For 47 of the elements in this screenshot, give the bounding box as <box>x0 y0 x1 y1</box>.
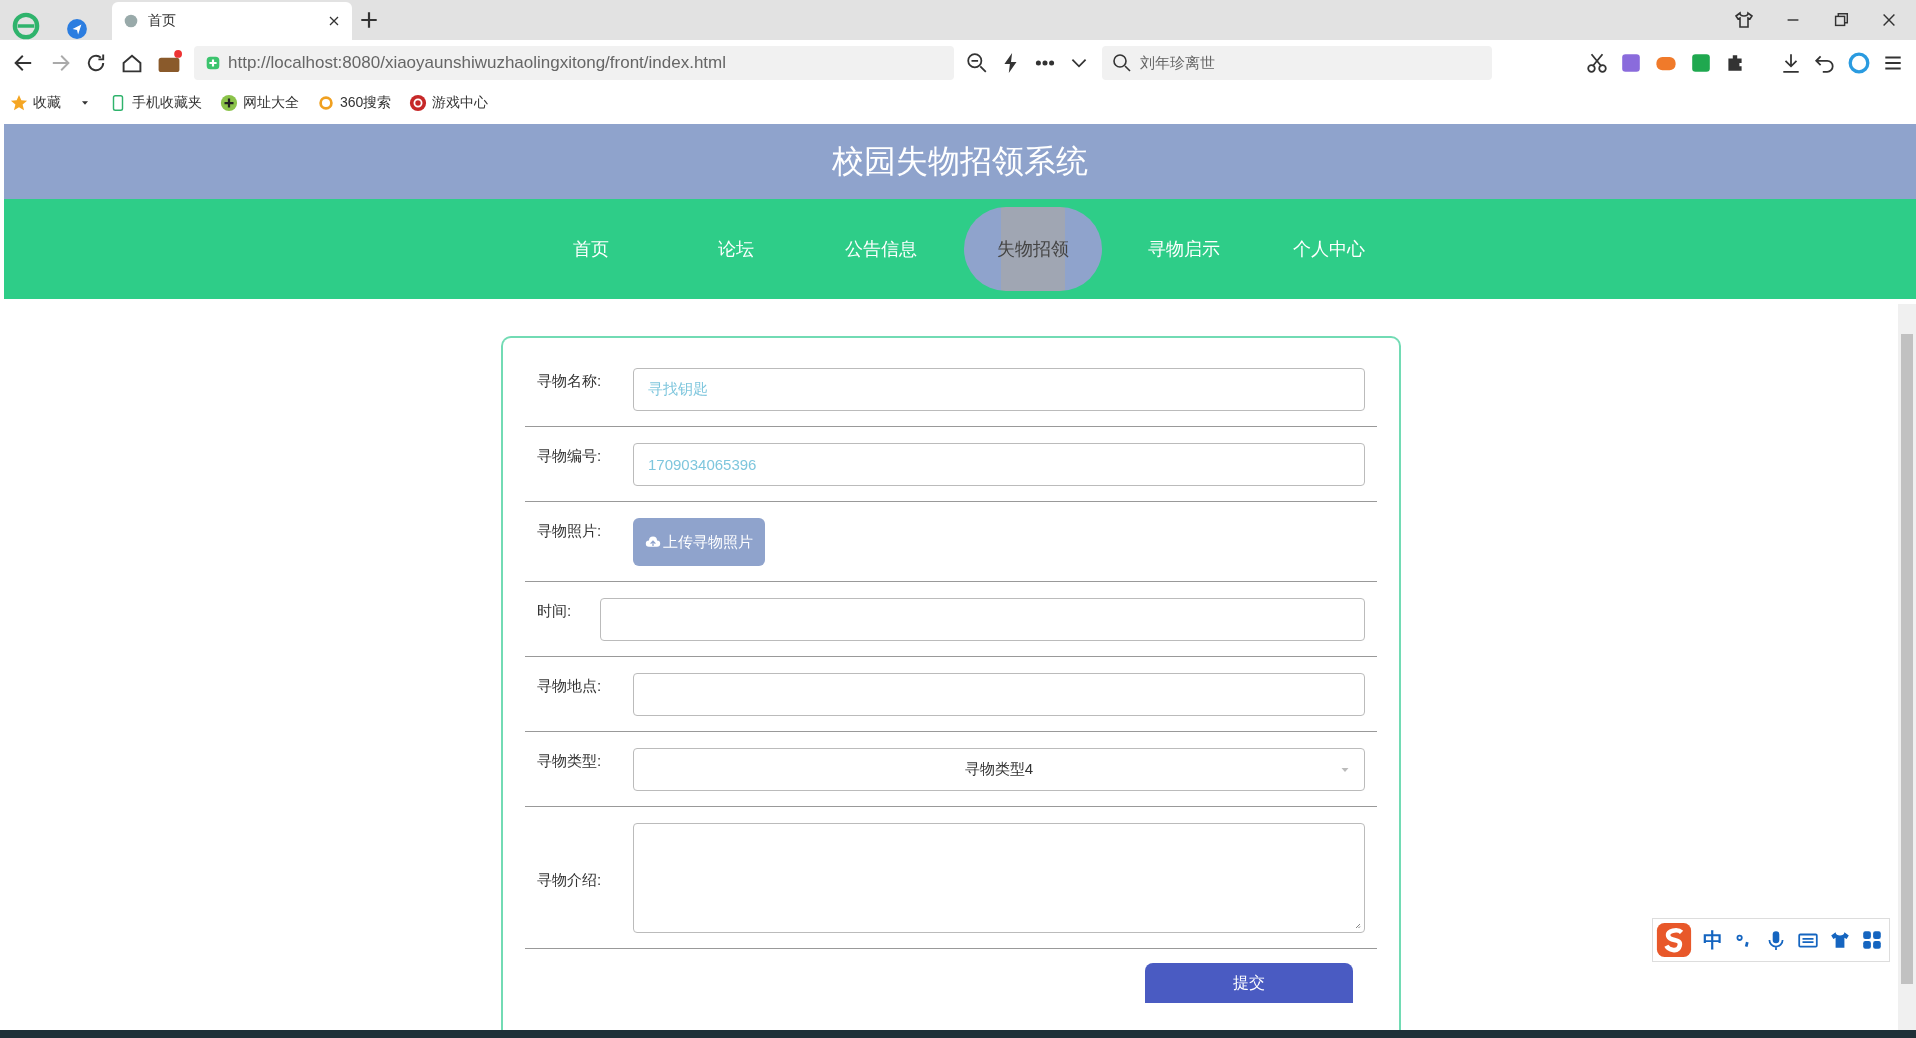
nav-item[interactable]: 失物招领 <box>963 207 1102 291</box>
browser-tab[interactable]: 首页 <box>112 2 352 40</box>
field-label: 时间: <box>537 601 573 621</box>
sogou-logo-icon[interactable] <box>1655 921 1693 959</box>
download-icon[interactable] <box>1780 52 1802 74</box>
search-field[interactable]: 刘年珍离世 <box>1102 46 1492 80</box>
bookmark-item[interactable]: 收藏 <box>10 94 61 112</box>
time-field[interactable] <box>600 598 1365 641</box>
field-value: 寻找钥匙 <box>648 380 708 399</box>
field-label: 寻物地点: <box>537 676 603 696</box>
search-placeholder: 刘年珍离世 <box>1140 53 1215 73</box>
scrollbar[interactable] <box>1898 304 1916 1030</box>
ime-mode[interactable]: 中 <box>1703 926 1723 954</box>
restore-icon[interactable] <box>1832 11 1850 29</box>
zoom-out-icon[interactable] <box>966 52 988 74</box>
site-title: 校园失物招领系统 <box>832 141 1088 181</box>
field-label: 寻物编号: <box>537 446 603 466</box>
bookmark-item[interactable]: 手机收藏夹 <box>109 94 202 112</box>
close-icon[interactable] <box>1880 11 1898 29</box>
bookmark-item[interactable]: 网址大全 <box>220 94 299 112</box>
field-label: 寻物介绍: <box>537 869 603 890</box>
field-label: 寻物名称: <box>537 371 603 391</box>
cloud-upload-icon <box>645 534 661 550</box>
plus-circle-icon <box>220 94 238 112</box>
select-field[interactable]: 寻物类型4 <box>633 748 1365 791</box>
tab-title: 首页 <box>148 12 176 30</box>
new-tab-icon[interactable] <box>358 9 380 31</box>
submit-button[interactable]: 提交 <box>1145 963 1353 1003</box>
select-value: 寻物类型4 <box>964 760 1034 779</box>
field-label: 寻物类型: <box>537 751 603 771</box>
paper-plane-icon[interactable] <box>66 18 88 40</box>
grid-icon[interactable] <box>1861 929 1883 951</box>
secure-icon <box>204 54 222 72</box>
bookmark-item[interactable]: 游戏中心 <box>409 94 489 112</box>
ring-icon <box>317 94 335 112</box>
shirt-icon[interactable] <box>1734 10 1754 30</box>
textarea-field[interactable] <box>633 823 1365 933</box>
address-bar[interactable]: http://localhost:8080/xiaoyaunshiwuzhaolingxitong/front/index.html <box>194 46 954 80</box>
search-icon <box>1112 53 1132 73</box>
bookmark-item[interactable]: 360搜索 <box>317 94 392 112</box>
field-value: 1709034065396 <box>648 456 757 473</box>
field-label: 寻物照片: <box>537 521 603 541</box>
url-text: http://localhost:8080/xiaoyaunshiwuzhaolingxitong/front/index.html <box>228 53 727 73</box>
scissors-icon[interactable] <box>1586 52 1608 74</box>
shirt-icon[interactable] <box>1829 929 1851 951</box>
text-field[interactable] <box>633 673 1365 716</box>
star-icon <box>10 94 28 112</box>
